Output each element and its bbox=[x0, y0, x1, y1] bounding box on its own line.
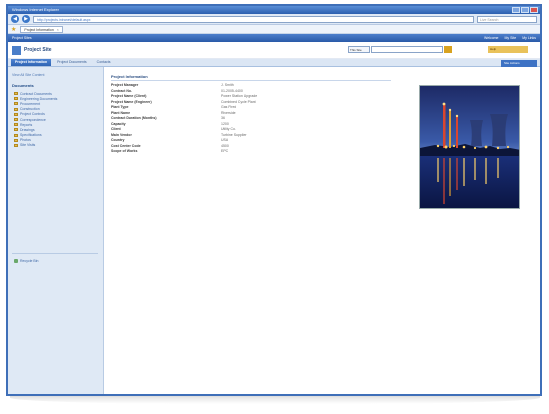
maximize-button[interactable] bbox=[521, 7, 529, 13]
folder-icon bbox=[14, 138, 18, 142]
folder-icon bbox=[14, 92, 18, 96]
folder-icon bbox=[14, 123, 18, 127]
site-actions-button[interactable]: Site Actions bbox=[501, 59, 537, 67]
site-breadcrumb[interactable]: Project Sites bbox=[12, 34, 32, 42]
welcome-menu[interactable]: Welcome bbox=[484, 34, 499, 42]
tab-bar: ★ Project Information × bbox=[8, 25, 540, 34]
sidebar-item-label: Drawings bbox=[20, 127, 35, 132]
search-scope-select[interactable]: This Site bbox=[348, 46, 370, 53]
recycle-bin-icon bbox=[14, 259, 18, 263]
sidebar-item-label: Project Controls bbox=[20, 112, 45, 117]
sidebar-item-label: Site Visits bbox=[20, 143, 36, 148]
tab-project-documents[interactable]: Project Documents bbox=[53, 59, 91, 66]
folder-icon bbox=[14, 143, 18, 147]
my-site-link[interactable]: My Site bbox=[505, 34, 517, 42]
power-plant-image bbox=[420, 86, 519, 208]
sidebar-item-label: Reports bbox=[20, 122, 33, 127]
sidebar-item-label: Engineering Documents bbox=[20, 96, 58, 101]
main-content: Project Information Project Manager J. Sm… bbox=[104, 67, 540, 394]
project-fields: Project Manager J. Smith Contract No. 01-20… bbox=[111, 83, 391, 155]
view-all-content-link[interactable]: View All Site Content bbox=[12, 73, 99, 77]
help-link[interactable]: Help bbox=[488, 46, 528, 53]
browser-tab[interactable]: Project Information × bbox=[20, 25, 63, 33]
sidebar-item-label: Contract Documents bbox=[20, 91, 52, 96]
top-navigation: Project Information Project Documents Co… bbox=[8, 59, 540, 67]
address-bar-row: ◀ ▶ http://projects.intranet/default.asp… bbox=[8, 14, 540, 25]
window-title: Windows Internet Explorer bbox=[12, 7, 59, 12]
field-row: Scope of Works EPC bbox=[111, 149, 391, 155]
project-information-panel: Project Information Project Manager J. Sm… bbox=[111, 74, 391, 155]
site-search-input[interactable] bbox=[371, 46, 443, 53]
documents-heading[interactable]: Documents bbox=[12, 83, 99, 88]
folder-icon bbox=[14, 112, 18, 116]
site-header: Project Site This Site Help bbox=[8, 42, 540, 59]
recycle-bin-label: Recycle Bin bbox=[20, 259, 39, 263]
window-controls bbox=[512, 7, 538, 13]
back-button[interactable]: ◀ bbox=[11, 15, 19, 23]
field-label: Scope of Works bbox=[111, 149, 138, 153]
window-titlebar: Windows Internet Explorer bbox=[8, 6, 540, 14]
global-bar: Project Sites Welcome My Site My Links bbox=[8, 34, 540, 42]
search-icon[interactable] bbox=[444, 46, 452, 53]
sidebar-divider bbox=[12, 253, 98, 254]
my-links-link[interactable]: My Links bbox=[522, 34, 536, 42]
sidebar-item-site-visits[interactable]: Site Visits bbox=[12, 143, 99, 148]
panel-title: Project Information bbox=[111, 74, 391, 81]
folder-icon bbox=[14, 97, 18, 101]
close-icon[interactable]: × bbox=[57, 27, 59, 32]
documents-list: Contract Documents Engineering Documents… bbox=[12, 91, 99, 148]
browser-window: Windows Internet Explorer ◀ ▶ http://pro… bbox=[6, 4, 542, 396]
quick-launch: View All Site Content Documents Contract… bbox=[8, 67, 104, 394]
browser-search-input[interactable]: Live Search bbox=[477, 15, 537, 23]
user-links: Welcome My Site My Links bbox=[484, 34, 536, 42]
forward-button[interactable]: ▶ bbox=[22, 15, 30, 23]
power-plant-photo bbox=[419, 85, 520, 209]
folder-icon bbox=[14, 118, 18, 122]
tab-contacts[interactable]: Contacts bbox=[93, 59, 115, 66]
folder-icon bbox=[14, 107, 18, 111]
browser-tab-label: Project Information bbox=[24, 27, 54, 32]
sidebar-item-label: Correspondence bbox=[20, 117, 46, 122]
site-logo-icon bbox=[12, 45, 21, 55]
folder-icon bbox=[14, 133, 18, 137]
close-window-button[interactable] bbox=[530, 7, 538, 13]
minimize-button[interactable] bbox=[512, 7, 520, 13]
site-title[interactable]: Project Site bbox=[24, 47, 52, 53]
folder-icon bbox=[14, 102, 18, 106]
sidebar-item-label: Procurement bbox=[20, 101, 41, 106]
recycle-bin-link[interactable]: Recycle Bin bbox=[14, 259, 38, 263]
favorites-star-icon[interactable]: ★ bbox=[11, 26, 16, 33]
sidebar-item-label: Specifications bbox=[20, 133, 42, 138]
address-input[interactable]: http://projects.intranet/default.aspx bbox=[33, 15, 474, 23]
field-value: EPC bbox=[221, 149, 229, 153]
tab-project-information[interactable]: Project Information bbox=[11, 59, 52, 66]
folder-icon bbox=[14, 128, 18, 132]
sidebar-item-label: Photos bbox=[20, 138, 31, 143]
sidebar-item-label: Construction bbox=[20, 107, 40, 112]
